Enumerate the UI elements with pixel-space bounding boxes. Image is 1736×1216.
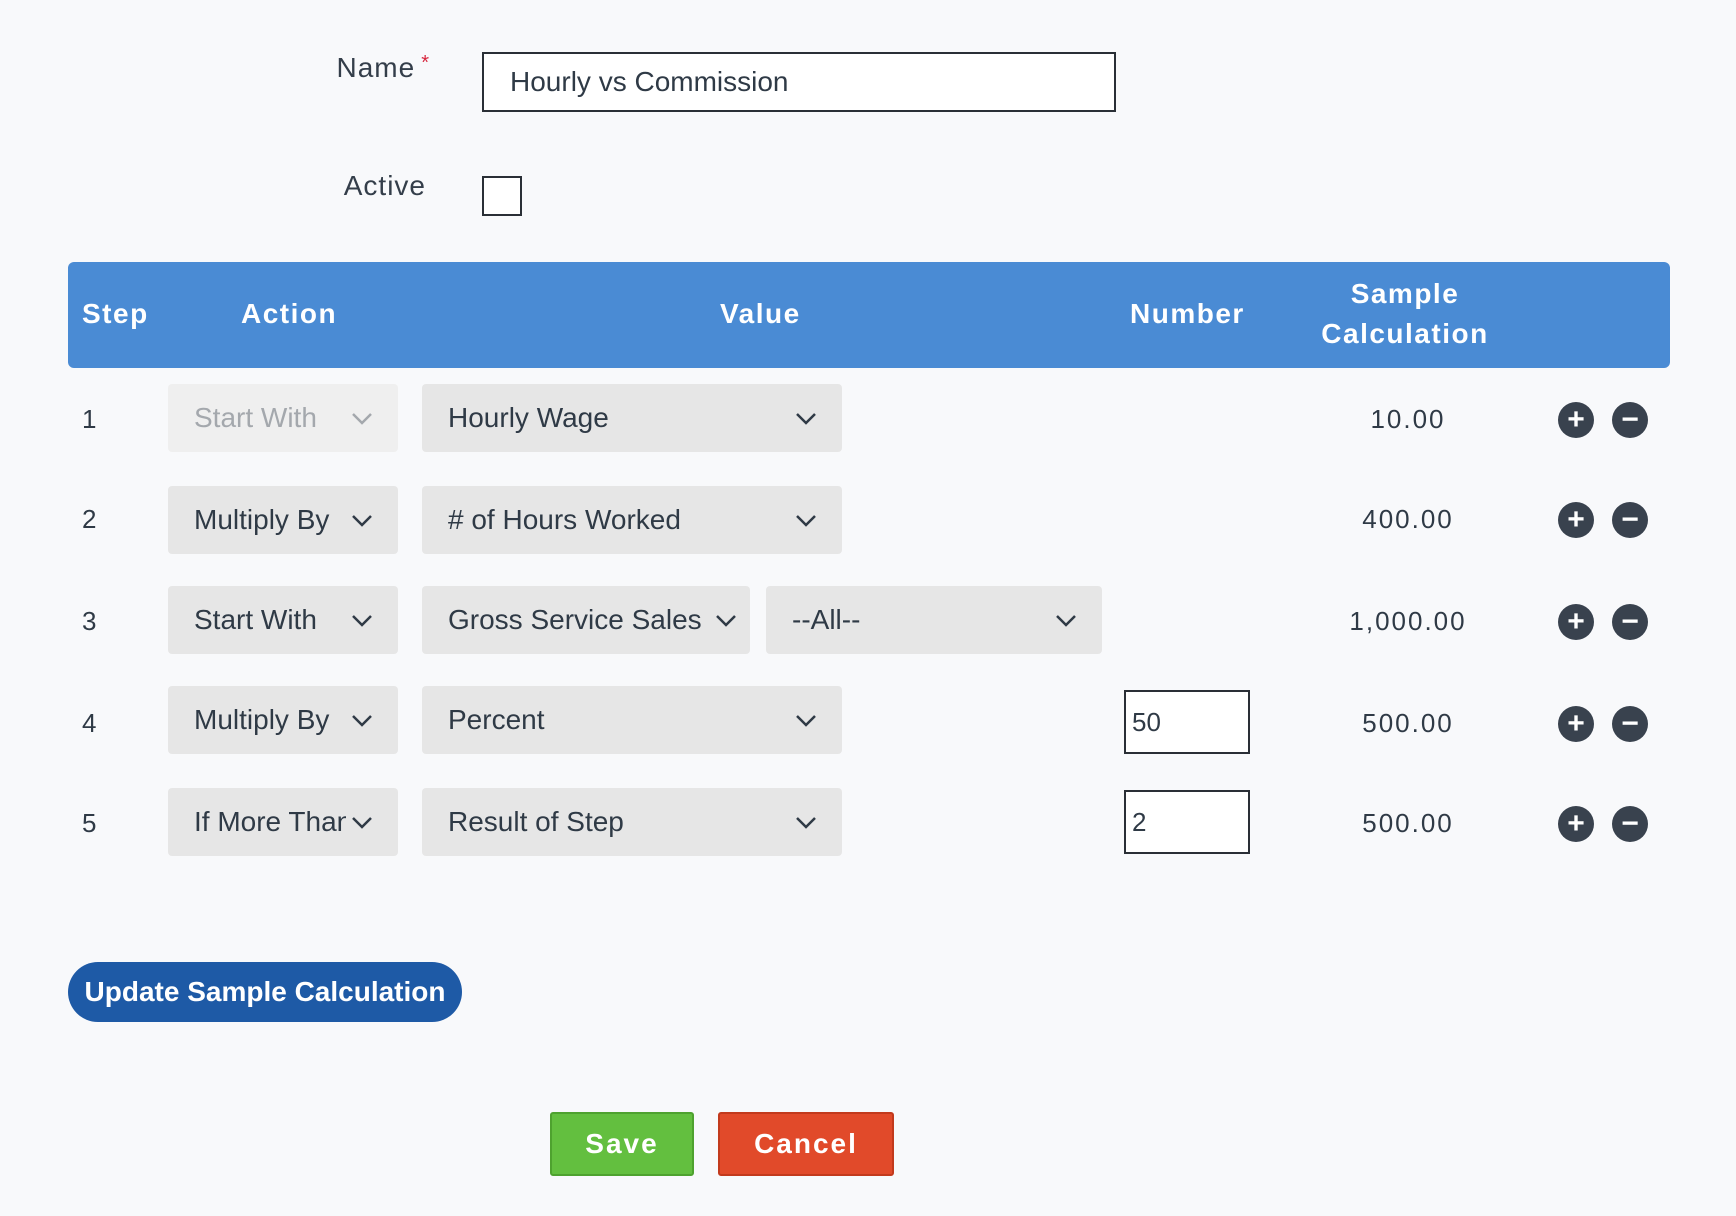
active-label: Active	[343, 170, 426, 201]
number-input[interactable]	[1124, 790, 1250, 854]
chevron-down-icon	[352, 817, 372, 829]
header-sample-calculation: Sample Calculation	[1321, 278, 1489, 349]
save-button[interactable]: Save	[550, 1112, 694, 1176]
chevron-down-icon	[716, 615, 736, 627]
number-input[interactable]	[1124, 690, 1250, 754]
header-action: Action	[241, 298, 338, 329]
add-step-button[interactable]: +	[1558, 502, 1594, 538]
chevron-down-icon	[1056, 615, 1076, 627]
step-number: 2	[82, 504, 97, 534]
header-value: Value	[720, 298, 801, 329]
required-marker: *	[421, 52, 430, 74]
step-number: 1	[82, 404, 97, 434]
chevron-down-icon	[796, 817, 816, 829]
add-step-button[interactable]: +	[1558, 604, 1594, 640]
chevron-down-icon	[352, 615, 372, 627]
remove-step-button[interactable]: −	[1612, 402, 1648, 438]
sample-value: 400.00	[1362, 504, 1454, 534]
sample-value: 1,000.00	[1349, 606, 1467, 636]
remove-step-button[interactable]: −	[1612, 502, 1648, 538]
action-select[interactable]: Start With	[168, 586, 398, 654]
remove-step-button[interactable]: −	[1612, 806, 1648, 842]
add-step-button[interactable]: +	[1558, 806, 1594, 842]
value-select[interactable]: Result of Step	[422, 788, 842, 856]
header-step: Step	[82, 298, 149, 329]
step-number: 3	[82, 606, 97, 636]
active-checkbox[interactable]	[482, 176, 522, 216]
remove-step-button[interactable]: −	[1612, 604, 1648, 640]
header-number: Number	[1130, 298, 1245, 329]
add-step-button[interactable]: +	[1558, 706, 1594, 742]
value-select[interactable]: # of Hours Worked	[422, 486, 842, 554]
cancel-button[interactable]: Cancel	[718, 1112, 894, 1176]
sample-value: 500.00	[1362, 808, 1454, 838]
chevron-down-icon	[796, 515, 816, 527]
step-number: 5	[82, 808, 97, 838]
action-select[interactable]: If More Than	[168, 788, 398, 856]
chevron-down-icon	[796, 413, 816, 425]
value-select[interactable]: Hourly Wage	[422, 384, 842, 452]
name-input[interactable]	[482, 52, 1116, 112]
chevron-down-icon	[352, 515, 372, 527]
action-select: Start With	[168, 384, 398, 452]
location-select[interactable]: --All--	[766, 586, 1102, 654]
value-select[interactable]: Gross Service Sales	[422, 586, 750, 654]
update-sample-calculation-button[interactable]: Update Sample Calculation	[68, 962, 462, 1022]
step-number: 4	[82, 708, 97, 738]
chevron-down-icon	[352, 715, 372, 727]
add-step-button[interactable]: +	[1558, 402, 1594, 438]
sample-value: 10.00	[1370, 404, 1446, 434]
action-select[interactable]: Multiply By	[168, 686, 398, 754]
remove-step-button[interactable]: −	[1612, 706, 1648, 742]
action-select[interactable]: Multiply By	[168, 486, 398, 554]
name-label: Name *	[336, 52, 430, 83]
chevron-down-icon	[796, 715, 816, 727]
chevron-down-icon	[352, 413, 372, 425]
sample-value: 500.00	[1362, 708, 1454, 738]
value-select[interactable]: Percent	[422, 686, 842, 754]
